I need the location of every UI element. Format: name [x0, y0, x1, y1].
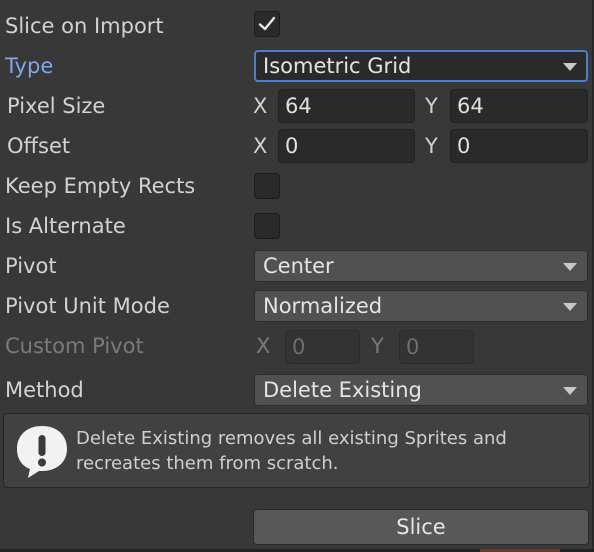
- pivot-label: Pivot: [5, 254, 57, 278]
- type-row: Type Isometric Grid: [0, 50, 594, 82]
- offset-x-field[interactable]: 0: [278, 129, 415, 163]
- custom-pivot-x-field: 0: [285, 330, 360, 364]
- keep-empty-rects-row: Keep Empty Rects: [0, 170, 594, 202]
- custom-pivot-x-label: X: [256, 334, 271, 358]
- chevron-down-icon: [563, 387, 577, 395]
- keep-empty-rects-checkbox[interactable]: [254, 173, 280, 199]
- pivot-row: Pivot Center: [0, 250, 594, 282]
- chevron-down-icon: [563, 63, 577, 71]
- is-alternate-checkbox[interactable]: [254, 213, 280, 239]
- custom-pivot-y-label: Y: [371, 334, 384, 358]
- checkmark-icon: [258, 16, 276, 31]
- slice-on-import-label: Slice on Import: [5, 14, 164, 38]
- offset-row: Offset X 0 Y 0: [0, 129, 594, 163]
- method-value: Delete Existing: [263, 378, 422, 402]
- chevron-down-icon: [563, 303, 577, 311]
- pivot-unit-mode-value: Normalized: [263, 294, 383, 318]
- pivot-unit-mode-dropdown[interactable]: Normalized: [254, 290, 588, 322]
- method-label: Method: [5, 378, 84, 402]
- method-dropdown[interactable]: Delete Existing: [254, 374, 588, 406]
- help-message: Delete Existing removes all existing Spr…: [76, 428, 507, 474]
- pixel-size-row: Pixel Size X 64 Y 64: [0, 89, 594, 123]
- warning-exclamation-icon: [17, 426, 67, 478]
- is-alternate-label: Is Alternate: [5, 214, 126, 238]
- pixel-size-x-label: X: [253, 94, 268, 118]
- custom-pivot-y-field: 0: [399, 330, 474, 364]
- slice-button[interactable]: Slice: [253, 509, 589, 545]
- pivot-unit-mode-row: Pivot Unit Mode Normalized: [0, 290, 594, 322]
- keep-empty-rects-label: Keep Empty Rects: [5, 174, 196, 198]
- offset-y-label: Y: [425, 134, 438, 158]
- pivot-unit-mode-label: Pivot Unit Mode: [5, 294, 170, 318]
- pixel-size-label: Pixel Size: [7, 94, 106, 118]
- help-box: Delete Existing removes all existing Spr…: [3, 413, 590, 488]
- offset-x-label: X: [253, 134, 268, 158]
- slice-on-import-row: Slice on Import: [0, 10, 594, 42]
- pixel-size-y-field[interactable]: 64: [450, 89, 588, 123]
- type-dropdown[interactable]: Isometric Grid: [254, 50, 588, 82]
- slice-settings-panel: Slice on Import Type Isometric Grid Pixe…: [0, 0, 593, 551]
- is-alternate-row: Is Alternate: [0, 210, 594, 242]
- method-row: Method Delete Existing: [0, 374, 594, 406]
- custom-pivot-row: Custom Pivot X 0 Y 0: [0, 330, 594, 364]
- type-value: Isometric Grid: [263, 54, 412, 78]
- offset-y-field[interactable]: 0: [450, 129, 588, 163]
- pivot-value: Center: [263, 254, 334, 278]
- pixel-size-x-field[interactable]: 64: [278, 89, 415, 123]
- offset-label: Offset: [7, 134, 71, 158]
- type-label: Type: [5, 54, 54, 78]
- pivot-dropdown[interactable]: Center: [254, 250, 588, 282]
- chevron-down-icon: [563, 263, 577, 271]
- slice-on-import-checkbox[interactable]: [254, 11, 280, 37]
- pixel-size-y-label: Y: [425, 94, 438, 118]
- custom-pivot-label: Custom Pivot: [5, 334, 144, 358]
